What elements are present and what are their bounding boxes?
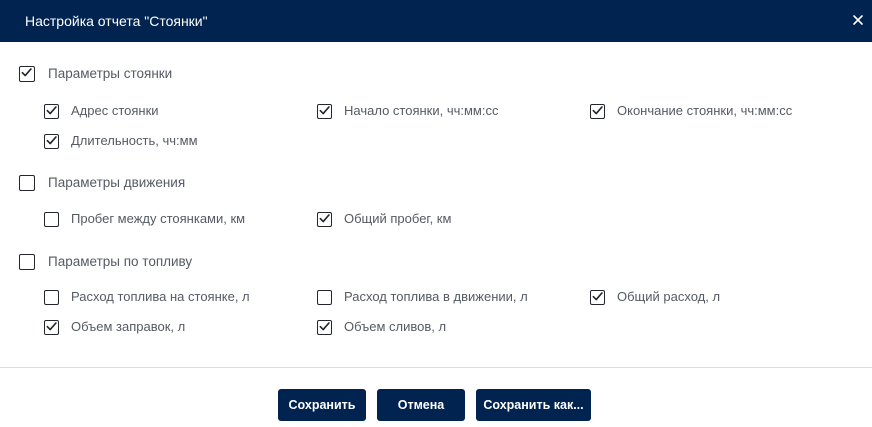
checkbox-label: Параметры по топливу [48,254,193,269]
checkbox-box[interactable] [590,289,605,305]
total-mileage-checkbox[interactable]: Общий пробег, км [317,211,451,227]
cancel-button[interactable]: Отмена [377,389,465,421]
mileage-between-stops-checkbox[interactable]: Пробег между стоянками, км [44,211,245,227]
checkbox-label: Окончание стоянки, чч:мм:сс [617,103,793,118]
checkbox-box[interactable] [19,254,35,270]
checkbox-box[interactable] [590,103,605,119]
checkbox-box[interactable] [44,103,59,119]
group-fuel-params-checkbox[interactable]: Параметры по топливу [19,254,192,270]
parking-duration-checkbox[interactable]: Длительность, чч:мм [44,133,198,149]
checkmark-icon [46,105,57,114]
checkbox-box[interactable] [44,133,59,149]
checkbox-label: Расход топлива на стоянке, л [71,289,250,304]
checkbox-label: Начало стоянки, чч:мм:сс [344,103,499,118]
checkbox-label: Расход топлива в движении, л [344,289,528,304]
checkbox-label: Общий расход, л [617,289,721,304]
checkmark-icon [46,135,57,144]
report-settings-dialog: Настройка отчета "Стоянки" Параметры сто… [0,0,872,427]
drain-volume-checkbox[interactable]: Объем сливов, л [317,319,446,335]
checkbox-label: Параметры движения [48,175,186,190]
footer-divider [0,367,872,368]
dialog-header: Настройка отчета "Стоянки" [0,0,872,42]
total-fuel-checkbox[interactable]: Общий расход, л [590,289,720,305]
checkmark-icon [592,291,603,300]
checkbox-box[interactable] [317,289,332,305]
checkbox-box[interactable] [317,103,332,119]
checkmark-icon [319,105,330,114]
refuel-volume-checkbox[interactable]: Объем заправок, л [44,319,185,335]
checkmark-icon [592,105,603,114]
checkmark-icon [319,321,330,330]
checkbox-box[interactable] [44,319,59,335]
fuel-at-stop-checkbox[interactable]: Расход топлива на стоянке, л [44,289,250,305]
save-as-button[interactable]: Сохранить как... [476,389,591,421]
checkbox-label: Адрес стоянки [71,103,159,118]
group-movement-params-checkbox[interactable]: Параметры движения [19,175,185,191]
checkbox-label: Объем сливов, л [344,319,447,334]
checkmark-icon [46,321,57,330]
checkbox-label: Пробег между стоянками, км [71,211,246,226]
checkbox-box[interactable] [317,319,332,335]
close-icon[interactable] [851,13,865,27]
checkmark-icon [21,68,32,77]
group-parking-params-checkbox[interactable]: Параметры стоянки [19,66,172,82]
checkbox-label: Объем заправок, л [71,319,186,334]
dialog-title: Настройка отчета "Стоянки" [25,13,208,29]
save-button[interactable]: Сохранить [278,389,366,421]
checkbox-box[interactable] [19,66,35,82]
parking-address-checkbox[interactable]: Адрес стоянки [44,103,159,119]
checkbox-label: Общий пробег, км [344,211,452,226]
checkmark-icon [319,213,330,222]
checkbox-box[interactable] [44,289,59,305]
parking-end-checkbox[interactable]: Окончание стоянки, чч:мм:сс [590,103,792,119]
checkbox-box[interactable] [44,211,59,227]
fuel-in-motion-checkbox[interactable]: Расход топлива в движении, л [317,289,528,305]
checkbox-box[interactable] [317,211,332,227]
checkbox-label: Длительность, чч:мм [71,133,198,148]
checkbox-box[interactable] [19,175,35,191]
checkbox-label: Параметры стоянки [48,66,173,81]
parking-start-checkbox[interactable]: Начало стоянки, чч:мм:сс [317,103,498,119]
